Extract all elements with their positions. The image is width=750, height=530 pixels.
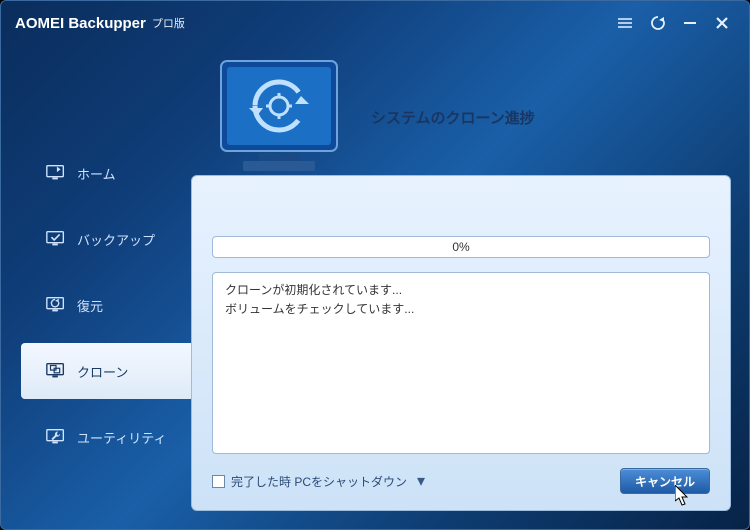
panel-title: システムのクローン進捗 bbox=[371, 107, 535, 128]
app-title: AOMEI Backupper bbox=[15, 15, 146, 32]
progress-panel: 0% クローンが初期化されています... ボリュームをチェックしています... … bbox=[191, 175, 731, 511]
chevron-down-icon[interactable]: ▾ bbox=[417, 471, 425, 491]
sidebar-item-label: ユーティリティ bbox=[77, 428, 166, 447]
close-icon[interactable] bbox=[709, 10, 735, 36]
utilities-icon bbox=[45, 427, 67, 447]
sidebar: ホーム バックアップ 復元 クローン bbox=[1, 45, 191, 529]
app-edition: プロ版 bbox=[152, 15, 185, 31]
title-bar: AOMEI Backupper プロ版 bbox=[1, 1, 749, 45]
log-line: ボリュームをチェックしています... bbox=[225, 300, 697, 319]
sidebar-item-clone[interactable]: クローン bbox=[21, 343, 191, 399]
sidebar-item-backup[interactable]: バックアップ bbox=[1, 211, 191, 267]
panel-footer: 完了した時 PCをシャットダウン ▾ キャンセル bbox=[212, 466, 710, 496]
shutdown-label: 完了した時 PCをシャットダウン bbox=[231, 473, 407, 490]
shutdown-checkbox[interactable] bbox=[212, 475, 225, 488]
sidebar-item-label: 復元 bbox=[77, 296, 103, 315]
restore-icon bbox=[45, 295, 67, 315]
progress-percent: 0% bbox=[452, 240, 469, 254]
app-window: AOMEI Backupper プロ版 ホーム bbox=[0, 0, 750, 530]
sidebar-item-label: クローン bbox=[77, 362, 128, 381]
cancel-button[interactable]: キャンセル bbox=[620, 468, 710, 494]
sidebar-item-label: ホーム bbox=[77, 164, 116, 183]
sidebar-item-home[interactable]: ホーム bbox=[1, 145, 191, 201]
sidebar-item-utilities[interactable]: ユーティリティ bbox=[1, 409, 191, 465]
sidebar-item-restore[interactable]: 復元 bbox=[1, 277, 191, 333]
clone-icon bbox=[45, 361, 67, 381]
cancel-button-label: キャンセル bbox=[635, 473, 695, 490]
menu-icon[interactable] bbox=[613, 10, 639, 36]
log-line: クローンが初期化されています... bbox=[225, 281, 697, 300]
home-icon bbox=[45, 163, 67, 183]
sidebar-item-label: バックアップ bbox=[77, 230, 155, 249]
main-content: システムのクローン進捗 0% クローンが初期化されています... ボリュームをチ… bbox=[191, 45, 749, 529]
refresh-icon[interactable] bbox=[645, 10, 671, 36]
log-output: クローンが初期化されています... ボリュームをチェックしています... bbox=[212, 272, 710, 454]
minimize-icon[interactable] bbox=[677, 10, 703, 36]
progress-bar: 0% bbox=[212, 236, 710, 258]
backup-icon bbox=[45, 229, 67, 249]
